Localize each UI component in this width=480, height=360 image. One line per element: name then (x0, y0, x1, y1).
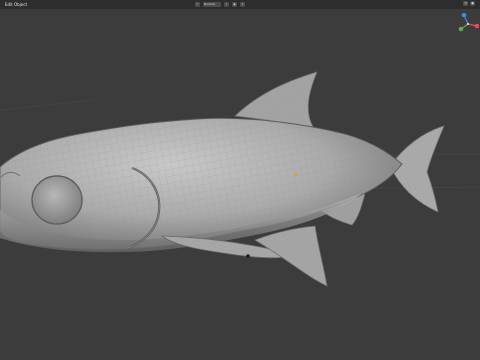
object-origin (294, 172, 298, 176)
navigation-gizmo[interactable] (457, 13, 479, 35)
blender-window: Edit Object ↖ Normal ⌖ ◉ ∧ ◔ ● Object Mo… (0, 0, 480, 360)
gizmo-center-icon (466, 22, 470, 26)
gizmo-z-icon[interactable] (461, 13, 467, 18)
vertex-marker (246, 254, 250, 258)
viewport-scene (0, 71, 480, 287)
gizmo-x-icon[interactable] (474, 23, 479, 29)
gizmo-y-icon[interactable] (458, 26, 464, 32)
